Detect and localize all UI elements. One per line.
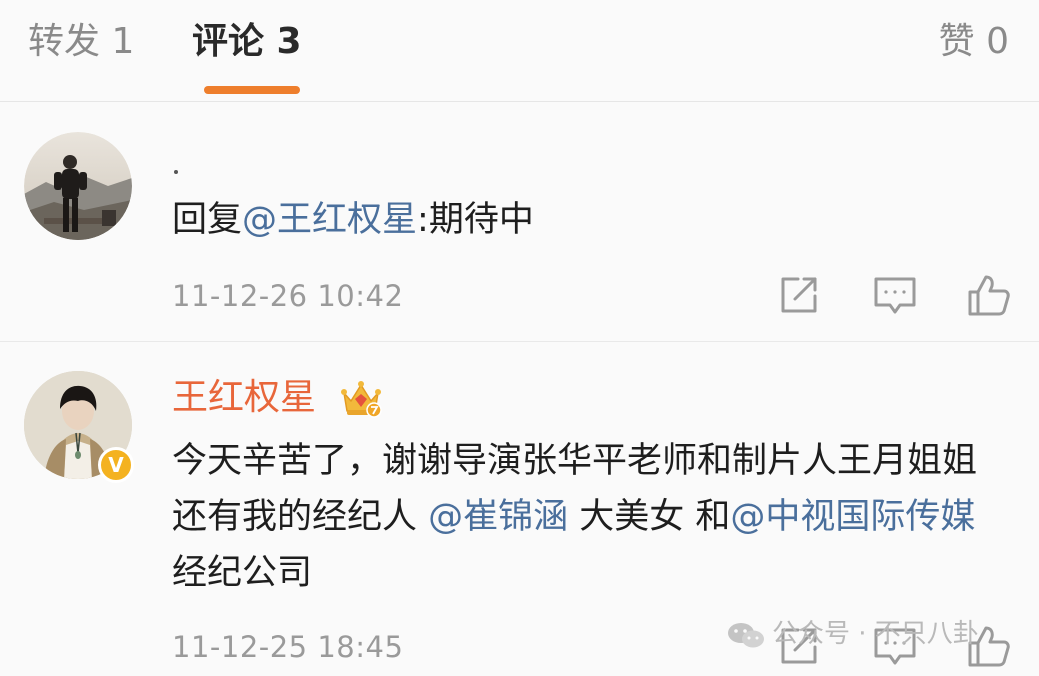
- tab-comments[interactable]: 评论 3: [192, 18, 302, 66]
- comment-content: :期待中: [417, 200, 534, 240]
- tab-repost[interactable]: 转发 1: [28, 18, 134, 66]
- mention-link[interactable]: @崔锦涵: [428, 497, 568, 537]
- crown-icon: [340, 379, 382, 419]
- comment-item: 回复@王红权星:期待中 11-12-26 10:42: [0, 102, 1039, 342]
- comment-page: 转发 1 评论 3 赞 0 回复@王红权星:期待中 11-12-26 10:42…: [0, 0, 1039, 676]
- redaction-mark: [174, 170, 178, 174]
- comment-timestamp: 11-12-26 10:42: [172, 279, 404, 313]
- comment-text: 回复@王红权星:期待中: [172, 192, 992, 248]
- active-tab-indicator: [204, 86, 300, 94]
- mention-link[interactable]: @中视国际传媒: [730, 497, 975, 537]
- share-icon[interactable]: [776, 272, 822, 318]
- comment-timestamp: 11-12-25 18:45: [172, 630, 404, 664]
- mention-link[interactable]: @王红权星: [242, 200, 417, 240]
- comment-icon[interactable]: [872, 272, 918, 318]
- comment-content: 大美女 和: [568, 497, 731, 537]
- tab-bar: 转发 1 评论 3 赞 0: [0, 0, 1039, 102]
- redacted-username: [172, 140, 412, 174]
- avatar[interactable]: V: [24, 371, 134, 483]
- tab-likes[interactable]: 赞 0: [939, 18, 1009, 66]
- watermark-text: 公众号 · 不只八卦: [772, 619, 979, 649]
- wechat-icon: [728, 623, 764, 648]
- thumbs-up-icon[interactable]: [966, 272, 1012, 318]
- comment-content: 经纪公司: [172, 553, 313, 593]
- reply-prefix: 回复: [172, 200, 243, 240]
- avatar[interactable]: [24, 132, 132, 240]
- v-verified-icon: V: [98, 447, 134, 483]
- username[interactable]: 王红权星: [172, 373, 316, 423]
- comment-text: 今天辛苦了，谢谢导演张华平老师和制片人王月姐姐还有我的经纪人 @崔锦涵 大美女 …: [172, 433, 992, 601]
- comment-actions: [772, 272, 1022, 318]
